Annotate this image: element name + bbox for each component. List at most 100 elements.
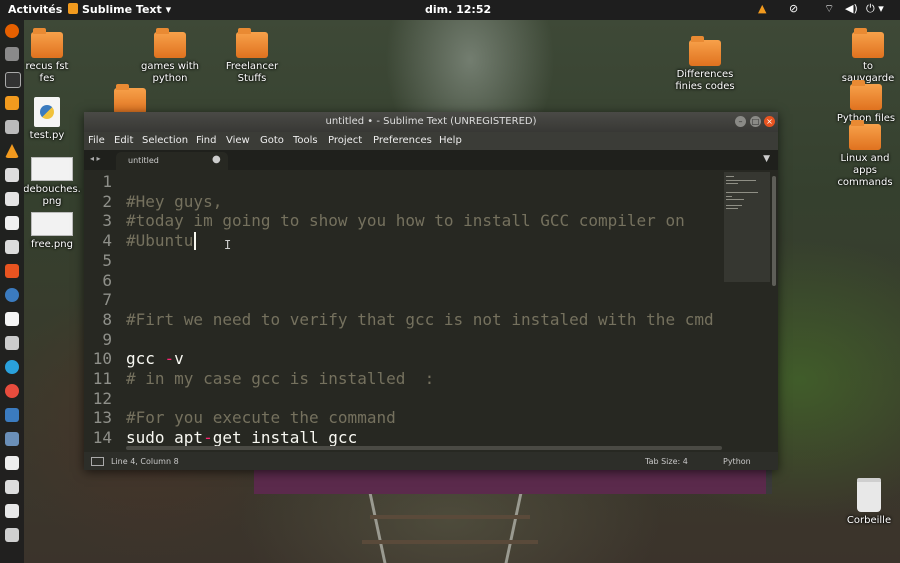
desktop-file-debouches[interactable]: debouches. png	[12, 157, 92, 208]
rail-sleeper	[370, 515, 530, 519]
desktop-folder-linux[interactable]: Linux and apps commands	[825, 120, 900, 189]
files-icon[interactable]	[5, 47, 19, 61]
code-line[interactable]: 8 #Firt we need to verify that gcc is not…	[84, 310, 720, 330]
menu-file[interactable]: File	[88, 135, 105, 146]
code-line[interactable]: 1	[84, 172, 720, 192]
mail-icon[interactable]	[5, 408, 19, 422]
menu-view[interactable]: View	[226, 135, 250, 146]
desktop-folder-differences[interactable]: Differences finies codes	[665, 36, 745, 93]
text-editor-icon[interactable]	[5, 168, 19, 182]
code-line[interactable]: 14 sudo apt-get install gcc	[84, 428, 720, 446]
unsaved-dot-icon[interactable]: ●	[212, 154, 221, 165]
line-number: 9	[102, 329, 112, 349]
desktop-folder-sauvgarde[interactable]: to sauvgarde	[828, 28, 900, 85]
menu-project[interactable]: Project	[328, 135, 362, 146]
firefox-icon[interactable]	[5, 24, 19, 38]
chrome-icon[interactable]	[5, 384, 19, 398]
amazon-icon[interactable]	[5, 312, 19, 326]
horizontal-scrollbar[interactable]	[126, 446, 722, 450]
sublime-icon[interactable]	[5, 96, 19, 110]
menu-selection[interactable]: Selection	[142, 135, 188, 146]
calc-icon[interactable]	[5, 456, 19, 470]
vertical-scrollbar[interactable]	[772, 176, 776, 286]
monitor-icon[interactable]	[5, 432, 19, 446]
volume-icon[interactable]: ◀)	[845, 2, 858, 15]
network-icon[interactable]: ⌔	[824, 2, 834, 16]
update-icon[interactable]: ⊘	[789, 2, 798, 15]
code-line[interactable]: 7	[84, 290, 720, 310]
line-number: 14	[92, 428, 112, 446]
tab-untitled[interactable]: untitled ●	[116, 152, 228, 170]
code-line[interactable]: 11 # in my case gcc is installed :	[84, 369, 720, 389]
desktop-trash[interactable]: Corbeille	[829, 478, 900, 527]
status-bar: Line 4, Column 8 Tab Size: 4 Python	[84, 452, 778, 470]
code-line[interactable]: 12	[84, 389, 720, 409]
text-cursor	[194, 232, 196, 250]
terminal-icon[interactable]	[5, 72, 21, 88]
image-file-icon	[31, 212, 73, 236]
syntax-selector[interactable]: Python	[723, 457, 751, 466]
menu-help[interactable]: Help	[439, 135, 462, 146]
minimap-line	[726, 205, 742, 206]
power-icon[interactable]: ⏻ ▾	[866, 2, 884, 16]
libreoffice-icon[interactable]	[5, 216, 19, 230]
tab-scroll-arrows[interactable]: ◂ ▸	[90, 154, 101, 163]
store-orange-icon[interactable]	[5, 264, 19, 278]
code-line[interactable]: 9	[84, 330, 720, 350]
title-bar[interactable]: untitled • - Sublime Text (UNREGISTERED)…	[84, 112, 778, 132]
code-line[interactable]: 6	[84, 271, 720, 291]
code-line[interactable]: 3 #today im going to show you how to inst…	[84, 211, 720, 231]
vlc-icon[interactable]	[5, 144, 19, 158]
mouse-ibeam-icon: I	[224, 238, 232, 252]
code-token: v	[174, 349, 184, 369]
minimize-button[interactable]: –	[735, 116, 746, 127]
minimap-viewport[interactable]	[724, 172, 770, 282]
trash-icon	[857, 478, 881, 512]
folder-icon	[154, 28, 186, 58]
desktop-item-label: Corbeille	[846, 515, 892, 526]
code-text: #Ubuntu	[126, 231, 194, 251]
activities-button[interactable]: Activités	[8, 3, 62, 16]
code-line[interactable]: 5	[84, 251, 720, 271]
code-line[interactable]: 4 #Ubuntu	[84, 231, 720, 251]
app-menu-button[interactable]: Sublime Text ▾	[68, 3, 171, 16]
skype-icon[interactable]	[5, 360, 19, 374]
menu-edit[interactable]: Edit	[114, 135, 133, 146]
tab-size-selector[interactable]: Tab Size: 4	[645, 457, 688, 466]
app-menu-label: Sublime Text	[82, 3, 162, 16]
clock[interactable]: dim. 12:52	[425, 3, 491, 16]
rail-sleeper	[362, 540, 538, 544]
background-window-edge	[766, 470, 772, 494]
tab-dropdown-icon[interactable]: ▼	[763, 154, 770, 164]
photos-icon[interactable]	[5, 120, 19, 134]
desktop-file-free[interactable]: free.png	[12, 212, 92, 251]
minimap-line	[726, 180, 756, 181]
desktop-folder-games[interactable]: games with python	[130, 28, 210, 85]
software-icon[interactable]	[5, 192, 19, 206]
vlc-icon[interactable]: ▲	[758, 2, 766, 15]
code-line[interactable]: 13 #For you execute the command	[84, 408, 720, 428]
document-icon[interactable]	[5, 480, 19, 494]
desktop-folder-freelancer[interactable]: Freelancer Stuffs	[212, 28, 292, 85]
folder-icon	[114, 84, 146, 114]
code-line[interactable]: 10 gcc -v	[84, 349, 720, 369]
settings-icon[interactable]	[5, 528, 19, 542]
line-number: 3	[102, 211, 112, 231]
help-icon[interactable]	[5, 288, 19, 302]
panel-toggle-icon[interactable]	[91, 457, 104, 466]
menu-goto[interactable]: Goto	[260, 135, 284, 146]
code-line[interactable]: 2 #Hey guys,	[84, 192, 720, 212]
store-icon[interactable]	[5, 240, 19, 254]
minimap[interactable]	[720, 170, 770, 446]
close-button[interactable]: ×	[764, 116, 775, 127]
document2-icon[interactable]	[5, 504, 19, 518]
cursor-position: Line 4, Column 8	[111, 457, 179, 466]
line-number: 1	[102, 172, 112, 191]
menu-preferences[interactable]: Preferences	[373, 135, 432, 146]
menu-tools[interactable]: Tools	[293, 135, 318, 146]
maximize-button[interactable]: □	[750, 116, 761, 127]
background-window	[254, 470, 766, 494]
app-icon[interactable]	[5, 336, 19, 350]
code-editor[interactable]: 1 2 #Hey guys, 3 #today im going to show you…	[84, 170, 720, 446]
menu-find[interactable]: Find	[196, 135, 217, 146]
